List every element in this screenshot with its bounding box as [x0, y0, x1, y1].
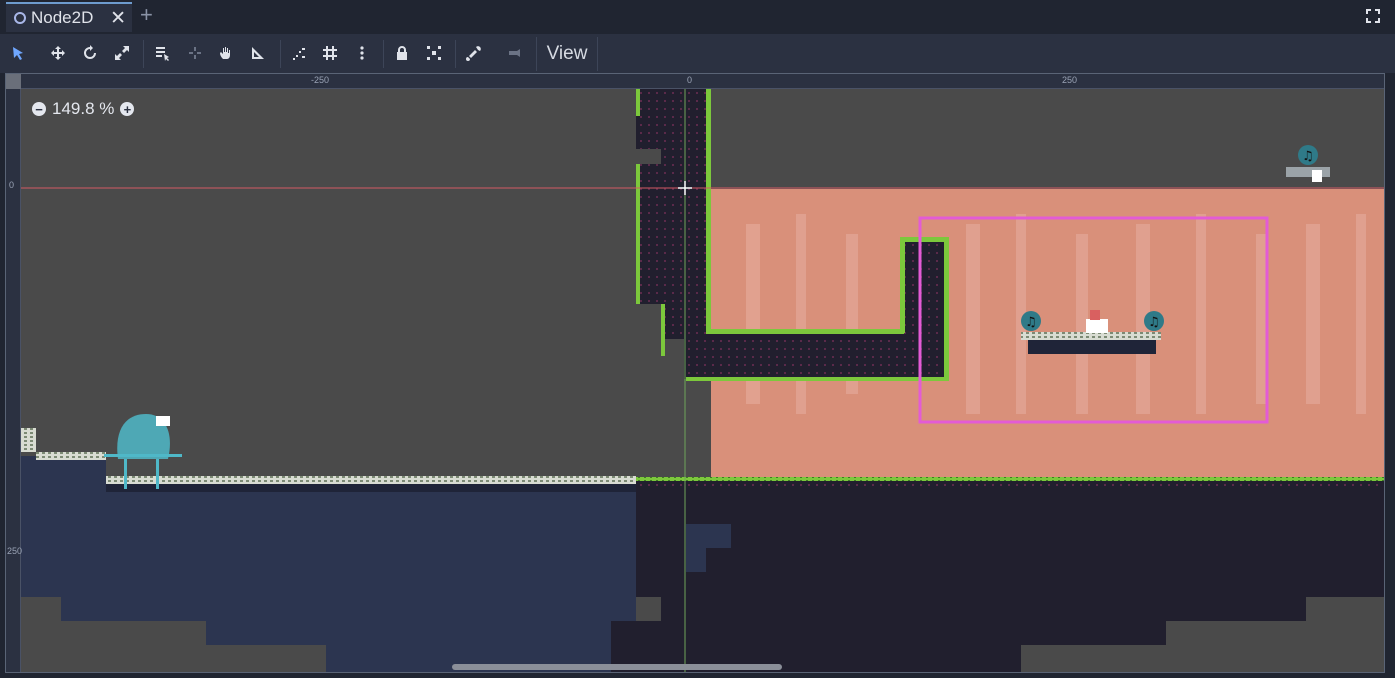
ruler-label: 250: [7, 546, 23, 556]
skeleton-icon[interactable]: [464, 43, 484, 63]
scene-canvas: ♫ ♫ ♫: [21, 89, 1384, 672]
toolbar-separator: [143, 40, 144, 68]
group-icon[interactable]: [424, 43, 444, 63]
ruler-label: 0: [9, 180, 15, 190]
lock-icon[interactable]: [392, 43, 412, 63]
ruler-horizontal[interactable]: -250 0 250: [6, 74, 1384, 89]
svg-text:♫: ♫: [1148, 315, 1160, 330]
grid-snap-icon[interactable]: [320, 43, 340, 63]
scene-tabbar: Node2D ✕ +: [0, 0, 1395, 34]
ruler-icon[interactable]: [248, 43, 268, 63]
toolbar-separator: [280, 40, 281, 68]
select-icon[interactable]: [8, 43, 28, 63]
smart-snap-icon[interactable]: [289, 43, 309, 63]
zoom-level[interactable]: 149.8 %: [52, 99, 114, 119]
ruler-corner: [6, 74, 21, 89]
canvas-toolbar: View: [0, 34, 1395, 73]
fullscreen-icon[interactable]: [1365, 8, 1381, 24]
horizontal-scrollbar[interactable]: [452, 664, 782, 670]
scene-tab-node2d[interactable]: Node2D ✕: [6, 2, 132, 32]
tab-title: Node2D: [31, 8, 94, 27]
pivot-icon[interactable]: [185, 43, 205, 63]
list-select-icon[interactable]: [152, 43, 172, 63]
move-icon[interactable]: [48, 43, 68, 63]
rotate-icon[interactable]: [80, 43, 100, 63]
svg-text:♫: ♫: [1025, 315, 1037, 330]
stone-platform: [106, 476, 636, 484]
camera-override-icon[interactable]: [504, 43, 524, 63]
zoom-in-button[interactable]: +: [120, 102, 135, 116]
node2d-icon: [14, 12, 26, 24]
zoom-control: − 149.8 % +: [32, 99, 135, 119]
floating-platform: [1021, 332, 1161, 340]
add-tab-button[interactable]: +: [140, 2, 153, 28]
ruler-vertical[interactable]: 0 250: [6, 74, 23, 672]
view-menu-button[interactable]: View: [536, 37, 598, 71]
toolbar-separator: [455, 40, 456, 68]
grass-top: [636, 477, 1384, 481]
pan-icon[interactable]: [216, 43, 236, 63]
scale-icon[interactable]: [112, 43, 132, 63]
zoom-out-button[interactable]: −: [32, 102, 46, 116]
ruler-label: -250: [311, 75, 330, 85]
toolbar-separator: [383, 40, 384, 68]
more-options-icon[interactable]: [352, 43, 372, 63]
svg-text:♫: ♫: [1302, 149, 1314, 164]
close-tab-icon[interactable]: ✕: [110, 7, 126, 30]
ruler-label: 0: [687, 75, 693, 85]
ruler-label: 250: [1062, 75, 1078, 85]
canvas-viewport[interactable]: ♫ ♫ ♫ -250 0 250 0 250 − 149.8 % +: [5, 73, 1385, 673]
